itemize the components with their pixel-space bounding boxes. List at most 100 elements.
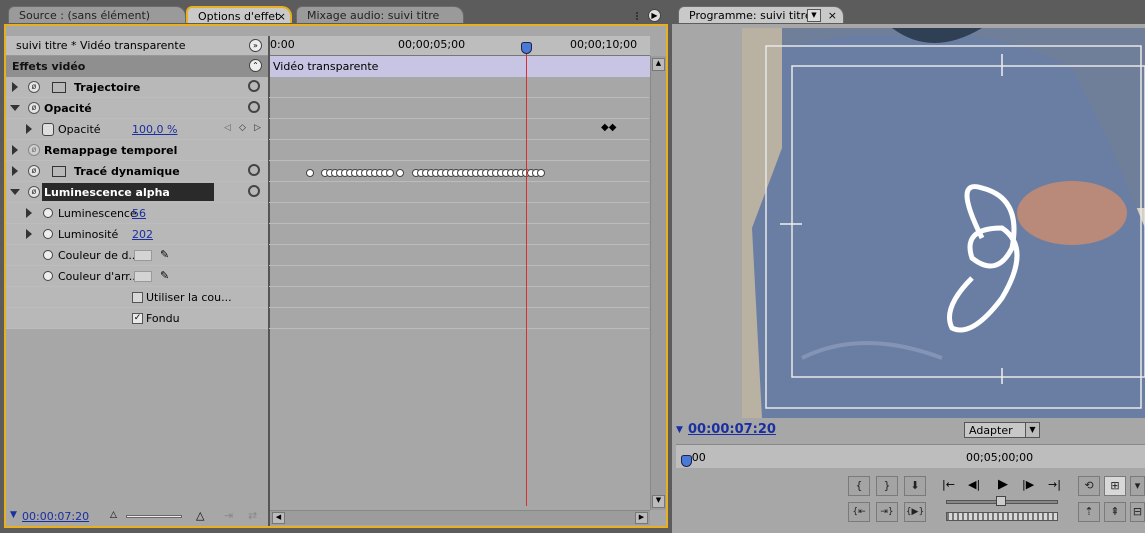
reset-icon[interactable]	[248, 101, 260, 113]
output-button[interactable]: ▾	[1130, 476, 1145, 496]
play-icon[interactable]: ▶	[998, 477, 1008, 492]
expand-icon[interactable]	[12, 166, 18, 176]
effect-row-opacite[interactable]: ø Opacité	[6, 98, 268, 119]
safe-margins-button[interactable]: ⊞	[1104, 476, 1126, 496]
keyframe-icon[interactable]: ◆◆	[601, 122, 616, 133]
collapse-timeline-icon[interactable]: »	[249, 39, 262, 52]
param-row-utiliser[interactable]: Utiliser la cou...	[6, 287, 268, 308]
reset-icon[interactable]	[248, 80, 260, 92]
filter-icon[interactable]: ▼	[10, 510, 17, 520]
param-row-opacite[interactable]: Opacité 100,0 % ◁ ◇ ▷	[6, 119, 268, 140]
fx-toggle-icon[interactable]: ø	[28, 102, 40, 114]
fx-toggle-icon[interactable]: ø	[28, 81, 40, 93]
keyframe-dot[interactable]	[386, 169, 394, 177]
scroll-right-icon[interactable]: ▶	[635, 512, 648, 524]
eyedropper-icon[interactable]: ✎	[160, 248, 169, 261]
scroll-down-icon[interactable]: ▼	[652, 495, 665, 508]
stopwatch-icon[interactable]	[43, 208, 53, 218]
effect-row-trace[interactable]: ø Tracé dynamique	[6, 161, 268, 182]
mark-in-button[interactable]: {	[848, 476, 870, 496]
zoom-slider[interactable]	[126, 515, 182, 518]
effect-timecode[interactable]: 00:00:07:20	[22, 510, 89, 523]
go-to-in-button[interactable]: {⇤	[848, 502, 870, 522]
tab-program[interactable]: Programme: suivi titre ▼ ×	[678, 6, 844, 23]
play-audio-icon[interactable]: ⇥	[224, 509, 233, 522]
lift-button[interactable]: ⇡	[1078, 502, 1100, 522]
expand-icon[interactable]	[26, 124, 32, 134]
fit-select[interactable]: Adapter ▼	[964, 422, 1040, 438]
chevron-down-icon[interactable]: ▼	[1025, 423, 1039, 437]
luminosite-value[interactable]: 202	[132, 228, 153, 241]
stopwatch-icon[interactable]	[43, 229, 53, 239]
panel-menu-grip[interactable]	[636, 12, 644, 20]
close-icon[interactable]: ×	[828, 7, 837, 24]
mark-out-button[interactable]: }	[876, 476, 898, 496]
tab-effect-options[interactable]: Options d'effet ×	[186, 6, 292, 23]
jog-wheel[interactable]	[946, 512, 1058, 521]
loop-icon[interactable]: ⇄	[248, 509, 257, 522]
timeline-ruler[interactable]: 0:00 00;00;05;00 00;00;10;00	[270, 36, 650, 56]
zoom-in-icon[interactable]: △	[196, 509, 204, 522]
opacity-value[interactable]: 100,0 %	[132, 123, 177, 136]
extract-button[interactable]: ⇞	[1104, 502, 1126, 522]
collapse-icon[interactable]	[10, 105, 20, 111]
program-ruler[interactable]: :00 00;05;00;00	[676, 444, 1145, 468]
keyframe-dot[interactable]	[396, 169, 404, 177]
effect-row-remappage[interactable]: ø Remappage temporel	[6, 140, 268, 161]
effect-row-luminescence-alpha[interactable]: ø Luminescence alpha	[6, 182, 268, 203]
fx-toggle-icon[interactable]: ø	[28, 144, 40, 156]
color-swatch[interactable]	[134, 250, 152, 261]
playhead-line[interactable]	[526, 46, 527, 506]
shuttle-knob[interactable]	[996, 496, 1006, 506]
scroll-up-icon[interactable]: ▲	[652, 58, 665, 71]
expand-icon[interactable]	[12, 82, 18, 92]
param-row-luminescence[interactable]: Luminescence 56	[6, 203, 268, 224]
reset-icon[interactable]	[248, 185, 260, 197]
luminescence-value[interactable]: 56	[132, 207, 146, 220]
fondu-checkbox[interactable]: ✓	[132, 313, 143, 324]
prev-keyframe-icon[interactable]: ◁	[224, 123, 231, 133]
eyedropper-icon[interactable]: ✎	[160, 269, 169, 282]
keyframe-dot[interactable]	[537, 169, 545, 177]
expand-icon[interactable]	[26, 229, 32, 239]
effect-row-trajectoire[interactable]: ø Trajectoire	[6, 77, 268, 98]
add-keyframe-icon[interactable]: ◇	[239, 123, 246, 133]
fx-toggle-icon[interactable]: ø	[28, 165, 40, 177]
go-to-previous-edit-icon[interactable]: |←	[942, 478, 955, 491]
tab-source[interactable]: Source : (sans élément)	[8, 6, 186, 23]
param-row-luminosite[interactable]: Luminosité 202	[6, 224, 268, 245]
stopwatch-icon[interactable]	[42, 123, 54, 136]
playhead-handle[interactable]	[521, 42, 532, 54]
color-swatch[interactable]	[134, 271, 152, 282]
param-row-fondu[interactable]: ✓ Fondu	[6, 308, 268, 329]
go-to-next-edit-icon[interactable]: →|	[1048, 478, 1061, 491]
vertical-scrollbar[interactable]: ▲ ▼	[650, 56, 666, 510]
stopwatch-icon[interactable]	[43, 250, 53, 260]
keyframe-dot[interactable]	[306, 169, 314, 177]
scroll-left-icon[interactable]: ◀	[272, 512, 285, 524]
reset-icon[interactable]	[248, 164, 260, 176]
stopwatch-icon[interactable]	[43, 271, 53, 281]
program-playhead-handle[interactable]	[681, 455, 692, 467]
expand-icon[interactable]	[26, 208, 32, 218]
expand-icon[interactable]	[12, 145, 18, 155]
tab-audio-mixer[interactable]: Mixage audio: suivi titre	[296, 6, 464, 23]
fx-toggle-icon[interactable]: ø	[28, 186, 40, 198]
param-row-couleur-d[interactable]: Couleur de d... ✎	[6, 245, 268, 266]
dropdown-icon[interactable]: ▼	[807, 9, 821, 22]
param-row-couleur-arr[interactable]: Couleur d'arr... ✎	[6, 266, 268, 287]
utiliser-checkbox[interactable]	[132, 292, 143, 303]
next-keyframe-icon[interactable]: ▷	[254, 123, 261, 133]
collapse-icon[interactable]	[10, 189, 20, 195]
step-back-icon[interactable]: ◀|	[968, 478, 980, 491]
chevron-up-icon[interactable]: ⌃	[249, 59, 262, 72]
program-timecode[interactable]: 00:00:07:20	[688, 422, 776, 437]
go-to-out-button[interactable]: ⇥}	[876, 502, 898, 522]
trim-button[interactable]: ⊟	[1130, 502, 1145, 522]
play-in-out-button[interactable]: {▶}	[904, 502, 926, 522]
step-forward-icon[interactable]: |▶	[1022, 478, 1034, 491]
filter-icon[interactable]: ▼	[676, 425, 683, 435]
marker-button[interactable]: ⬇	[904, 476, 926, 496]
zoom-out-icon[interactable]: △	[110, 510, 117, 520]
panel-menu-button[interactable]: ▶	[648, 9, 661, 22]
